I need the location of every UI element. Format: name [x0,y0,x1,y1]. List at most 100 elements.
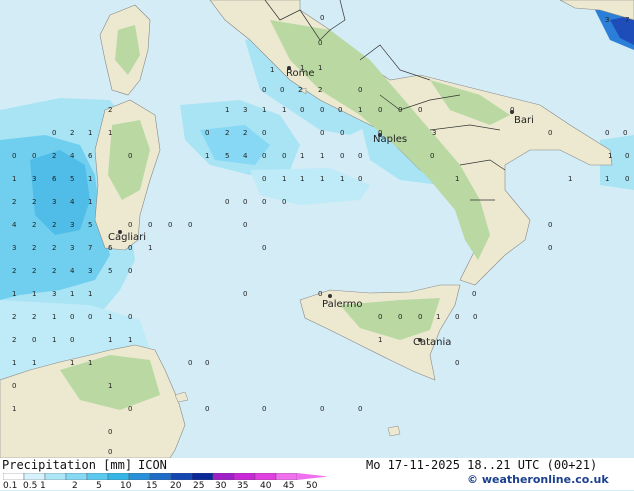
value-marker: 1 [282,106,286,114]
value-marker: 3 [52,290,56,298]
legend-arrow [297,473,328,480]
value-marker: 1 [568,175,572,183]
value-marker: 1 [340,175,344,183]
value-marker: 0 [128,313,132,321]
legend-swatch [86,473,109,480]
value-marker: 0 [262,198,266,206]
value-marker: 1 [12,359,16,367]
value-marker: 0 [188,359,192,367]
value-marker: 0 [548,129,552,137]
value-marker: 0 [623,129,627,137]
value-marker: 3 [32,175,36,183]
value-marker: 1 [320,175,324,183]
value-marker: 3 [70,244,74,252]
value-marker: 1 [320,152,324,160]
legend-swatch [149,473,172,480]
value-marker: 0 [205,129,209,137]
city-label-rome: Rome [286,68,315,79]
value-marker: 2 [32,313,36,321]
value-marker: 0 [188,221,192,229]
value-marker: 6 [108,244,113,252]
model-name: ICON [138,458,167,472]
value-marker: 0 [12,152,16,160]
value-marker: 0 [625,152,629,160]
value-marker: 1 [358,106,362,114]
value-marker: 1 [52,313,56,321]
value-marker: 0 [282,152,286,160]
value-marker: 1 [262,106,266,114]
legend-swatch [254,473,277,480]
value-marker: 0 [418,106,422,114]
value-marker: 0 [378,313,382,321]
value-marker: 0 [455,313,459,321]
value-marker: 0 [243,198,247,206]
value-marker: 0 [358,405,362,413]
city-label-naples: Naples [373,134,407,145]
legend-swatch [65,473,88,480]
map-view: 0 0 1 1 1 0 0 2 2 0 2 1 3 1 1 0 0 0 1 0 … [0,0,634,491]
valid-datetime: Mo 17-11-2025 18..21 UTC (00+21) [366,458,598,472]
value-marker: 2 [70,129,74,137]
value-marker: 3 [243,106,247,114]
value-marker: 0 [148,221,152,229]
value-marker: 1 [436,313,440,321]
value-marker: 1 [455,175,459,183]
legend-swatch [191,473,214,480]
value-marker: 1 [608,152,612,160]
value-marker: 0 [300,106,304,114]
value-marker: 0 [398,106,402,114]
value-marker: 0 [340,152,344,160]
value-marker: 5 [70,175,74,183]
city-label-palermo: Palermo [322,299,362,310]
value-marker: 5 [88,221,92,229]
value-marker: 0 [108,428,112,436]
value-marker: 4 [243,152,248,160]
value-marker: 0 [128,221,132,229]
value-marker: 0 [168,221,172,229]
value-marker: 2 [318,86,322,94]
city-label-cagliari: Cagliari [108,232,146,243]
value-marker: 1 [32,359,36,367]
value-marker: 0 [548,244,552,252]
precipitation-legend-bar [3,473,328,480]
value-marker: 3 [432,129,436,137]
value-marker: 2 [12,336,16,344]
value-marker: 0 [70,336,74,344]
value-marker: 0 [472,290,476,298]
value-marker: 1 [108,336,112,344]
value-marker: 1 [88,175,92,183]
value-marker: 0 [320,14,324,22]
value-marker: 1 [12,175,16,183]
value-marker: 1 [88,198,92,206]
value-marker: 2 [52,221,56,229]
value-marker: 0 [320,106,324,114]
value-marker: 0 [358,152,362,160]
value-marker: 0 [88,313,92,321]
value-marker: 1 [88,129,92,137]
value-marker: 0 [205,405,209,413]
value-marker: 7 [88,244,92,252]
value-marker: 1 [12,290,16,298]
value-marker: 2 [32,221,36,229]
value-marker: 4 [70,267,75,275]
value-marker: 4 [70,198,75,206]
value-marker: 0 [262,152,266,160]
value-marker: 1 [300,152,304,160]
value-marker: 3 [88,267,92,275]
value-marker: 1 [300,175,304,183]
value-marker: 0 [243,290,247,298]
value-marker: 0 [128,405,132,413]
legend-swatch [275,473,298,480]
product-title: Precipitation [mm] [2,458,133,472]
value-marker: 0 [455,359,459,367]
legend-swatch [23,473,46,480]
value-marker: 0 [625,175,629,183]
value-marker: 0 [128,244,132,252]
value-marker: 1 [378,336,382,344]
value-marker: 4 [12,221,17,229]
value-marker: 1 [108,129,112,137]
value-marker: 3 [12,244,16,252]
value-marker: 1 [12,405,16,413]
value-marker: 0 [108,448,112,456]
legend-swatch [212,473,235,480]
